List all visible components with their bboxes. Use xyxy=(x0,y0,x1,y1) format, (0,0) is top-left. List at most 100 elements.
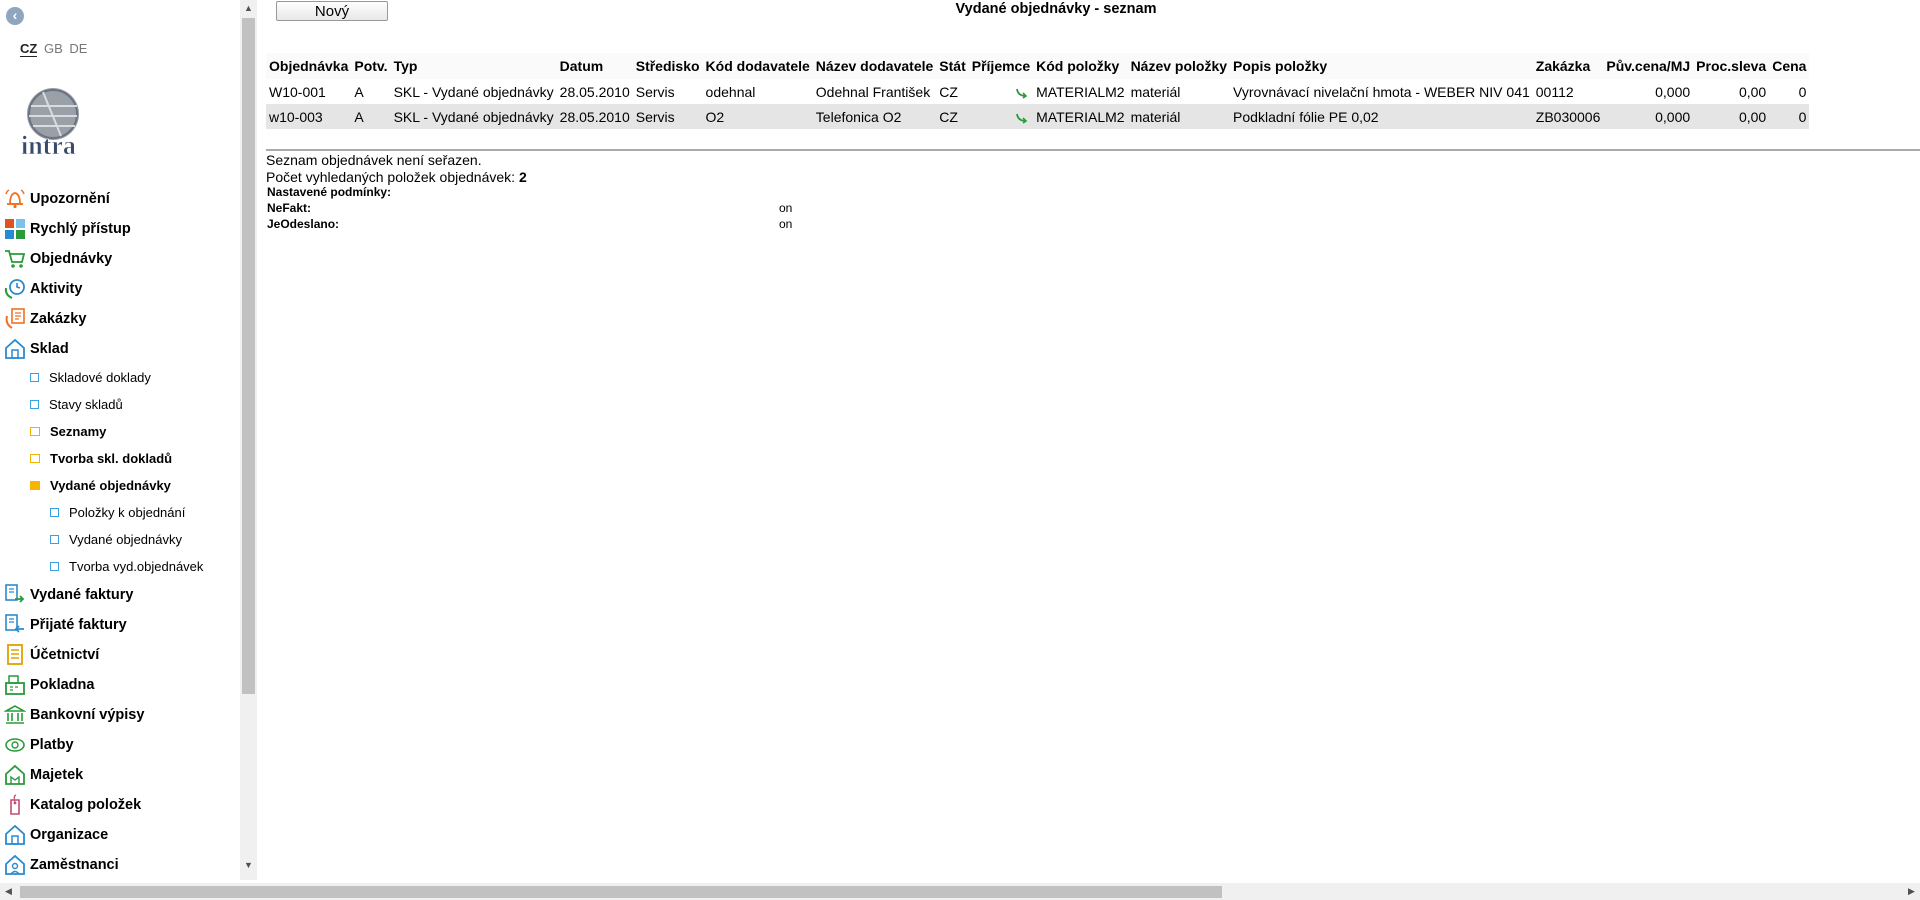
scroll-left-icon[interactable]: ◀ xyxy=(0,883,17,900)
table-header-row: Objednávka Potv. Typ Datum Středisko Kód… xyxy=(266,53,1810,79)
cell-typ: SKL - Vydané objednávky xyxy=(390,79,557,104)
menu-label: Zakázky xyxy=(30,311,87,327)
col-kod-dodavatele[interactable]: Kód dodavatele xyxy=(702,53,813,79)
menu-majetek[interactable]: Majetek xyxy=(0,760,240,790)
sub-stavy-skladu[interactable]: Stavy skladů xyxy=(0,391,240,418)
sub-tvorba-skl-dokladu[interactable]: Tvorba skl. dokladů xyxy=(0,445,240,472)
table-row[interactable]: W10-001 A SKL - Vydané objednávky 28.05.… xyxy=(266,79,1810,104)
col-stredisko[interactable]: Středisko xyxy=(632,53,703,79)
sub-vydane-objednavky[interactable]: Vydané objednávky xyxy=(0,472,240,499)
cell-objednavka[interactable]: w10-003 xyxy=(266,104,352,129)
horizontal-scrollbar[interactable]: ◀ ▶ xyxy=(0,883,1920,900)
building-icon xyxy=(5,824,25,845)
menu-prijate-faktury[interactable]: Přijaté faktury xyxy=(0,610,240,640)
cell-stat: CZ xyxy=(936,104,969,129)
col-typ[interactable]: Typ xyxy=(390,53,557,79)
menu-objednavky[interactable]: Objednávky xyxy=(0,244,240,274)
cell-cena: 0 xyxy=(1769,104,1810,129)
cell-cena: 0 xyxy=(1769,79,1810,104)
menu-label: Vydané faktury xyxy=(30,587,134,603)
scroll-up-icon[interactable]: ▲ xyxy=(240,0,257,17)
menu-upozorneni[interactable]: Upozornění xyxy=(0,184,240,214)
sub-label: Seznamy xyxy=(50,424,107,439)
tiles-icon xyxy=(5,219,25,239)
cell-kod-polozky: MATERIALM2 xyxy=(1033,79,1128,104)
menu-organizace[interactable]: Organizace xyxy=(0,820,240,850)
horizontal-scroll-thumb[interactable] xyxy=(20,886,1222,898)
page-title: Vydané objednávky - seznam xyxy=(955,1,1157,17)
menu-label: Platby xyxy=(30,737,74,753)
clock-phone-icon xyxy=(4,279,25,299)
people-icon xyxy=(5,854,25,875)
sub-skladove-doklady[interactable]: Skladové doklady xyxy=(0,364,240,391)
col-zakazka[interactable]: Zakázka xyxy=(1532,53,1604,79)
menu-katalog-polozek[interactable]: Katalog položek xyxy=(0,790,240,820)
menu-label: Sklad xyxy=(30,341,69,357)
condition-row: NeFakt: on xyxy=(267,201,797,217)
col-datum[interactable]: Datum xyxy=(556,53,633,79)
menu-vydane-faktury[interactable]: Vydané faktury xyxy=(0,580,240,610)
col-nazev-dodavatele[interactable]: Název dodavatele xyxy=(812,53,937,79)
menu-label: Objednávky xyxy=(30,251,113,267)
menu-bankovni-vypisy[interactable]: Bankovní výpisy xyxy=(0,700,240,730)
invoice-out-icon xyxy=(5,584,25,603)
menu-zakazky[interactable]: Zakázky xyxy=(0,304,240,334)
col-potv[interactable]: Potv. xyxy=(351,53,391,79)
menu-ucetnictvi[interactable]: Účetnictví xyxy=(0,640,240,670)
cell-prijemce[interactable] xyxy=(968,104,1034,129)
col-stat[interactable]: Stát xyxy=(936,53,969,79)
new-order-button[interactable]: Nový xyxy=(276,1,388,21)
cell-popis-polozky: Vyrovnávací nivelační hmota - WEBER NIV … xyxy=(1230,79,1533,104)
menu-label: Přijaté faktury xyxy=(30,617,127,633)
sub-label: Tvorba vyd.objednávek xyxy=(69,559,204,574)
col-puv-cena[interactable]: Pův.cena/MJ xyxy=(1603,53,1694,79)
menu-aktivity[interactable]: Aktivity xyxy=(0,274,240,304)
col-nazev-polozky[interactable]: Název položky xyxy=(1127,53,1231,79)
scroll-right-icon[interactable]: ▶ xyxy=(1903,883,1920,900)
page-icon xyxy=(30,373,39,382)
lang-cz[interactable]: CZ xyxy=(20,41,38,57)
conditions-title: Nastavené podmínky: xyxy=(267,185,392,199)
count-value: 2 xyxy=(518,169,527,185)
col-popis-polozky[interactable]: Popis položky xyxy=(1230,53,1533,79)
sub-tvorba-vyd-objednavek[interactable]: Tvorba vyd.objednávek xyxy=(0,553,240,580)
sidebar-scrollbar[interactable]: ▲ ▼ xyxy=(240,0,257,880)
col-cena[interactable]: Cena xyxy=(1769,53,1810,79)
menu-pokladna[interactable]: Pokladna xyxy=(0,670,240,700)
menu-sklad[interactable]: Sklad xyxy=(0,334,240,364)
sub-polozky-k-objednani[interactable]: Položky k objednání xyxy=(0,499,240,526)
table-row[interactable]: w10-003 A SKL - Vydané objednávky 28.05.… xyxy=(266,104,1810,129)
sort-status-text: Seznam objednávek není seřazen. xyxy=(266,152,482,168)
col-objednavka[interactable]: Objednávka xyxy=(266,53,352,79)
condition-name: JeOdeslano: xyxy=(267,217,340,231)
page-icon xyxy=(50,535,59,544)
menu-label: Upozornění xyxy=(30,191,110,207)
recipient-arrow-icon[interactable] xyxy=(1014,111,1030,125)
recipient-arrow-icon[interactable] xyxy=(1014,86,1030,100)
lang-de[interactable]: DE xyxy=(69,41,87,56)
conditions-block: Nastavené podmínky: NeFakt: on JeOdeslano… xyxy=(267,185,797,233)
menu-zamestnanci[interactable]: Zaměstnanci xyxy=(0,850,240,880)
menu-platby[interactable]: Platby xyxy=(0,730,240,760)
menu-label: Bankovní výpisy xyxy=(30,707,145,723)
sub-label: Skladové doklady xyxy=(49,370,151,385)
main-menu: Upozornění Rychlý přístup Objednávky Akt… xyxy=(0,184,240,880)
scroll-down-icon[interactable]: ▼ xyxy=(240,857,257,874)
menu-label: Rychlý přístup xyxy=(30,221,131,237)
back-button[interactable]: ‹ xyxy=(6,7,24,25)
cell-prijemce[interactable] xyxy=(968,79,1034,104)
cell-proc-sleva: 0,00 xyxy=(1693,79,1770,104)
col-proc-sleva[interactable]: Proc.sleva xyxy=(1693,53,1770,79)
cell-zakazka: 00112 xyxy=(1532,79,1604,104)
menu-rychly-pristup[interactable]: Rychlý přístup xyxy=(0,214,240,244)
menu-label: Aktivity xyxy=(30,281,83,297)
sub-vydane-objednavky-list[interactable]: Vydané objednávky xyxy=(0,526,240,553)
menu-label: Organizace xyxy=(30,827,109,843)
col-prijemce[interactable]: Příjemce xyxy=(968,53,1034,79)
sidebar-scroll-thumb[interactable] xyxy=(242,18,255,694)
cell-objednavka[interactable]: W10-001 xyxy=(266,79,352,104)
lang-gb[interactable]: GB xyxy=(44,41,63,56)
col-kod-polozky[interactable]: Kód položky xyxy=(1033,53,1128,79)
cell-nazev-polozky: materiál xyxy=(1127,79,1231,104)
sub-seznamy[interactable]: Seznamy xyxy=(0,418,240,445)
